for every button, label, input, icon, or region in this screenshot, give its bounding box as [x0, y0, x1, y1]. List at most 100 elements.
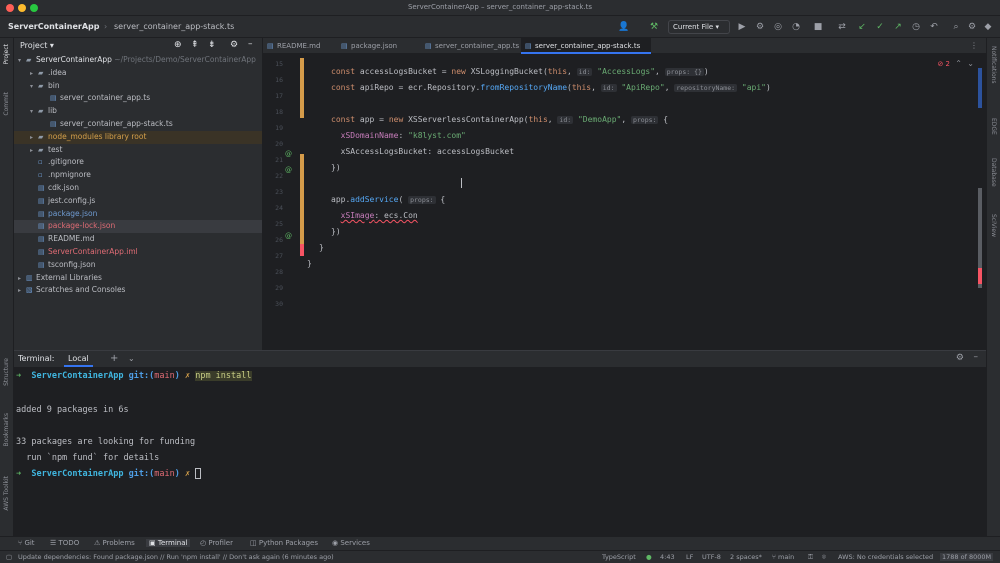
git-push-icon[interactable]: ↗ [892, 21, 904, 33]
terminal-output[interactable]: ➜ ServerContainerApp git:(main) ✗ npm in… [14, 367, 986, 537]
line-number[interactable]: 21 [263, 156, 283, 164]
todo-tool-button[interactable]: ☰ TODO [50, 539, 79, 547]
breadcrumb-file[interactable]: server_container_app-stack.ts [114, 22, 234, 31]
line-number[interactable]: 20 [263, 140, 283, 148]
new-terminal-tab-icon[interactable]: + [110, 353, 118, 364]
project-tree-item[interactable]: ▾ ▰ bin [14, 80, 262, 93]
indent-setting[interactable]: 2 spaces* [730, 553, 762, 561]
status-message[interactable]: Update dependencies: Found package.json … [18, 553, 334, 561]
expand-all-icon[interactable]: ⇟ [208, 40, 216, 50]
project-tree-item[interactable]: ▤ ServerContainerApp.iml [14, 246, 262, 259]
git-fetch-icon[interactable]: ⇄ [836, 21, 848, 33]
terminal-tab-local[interactable]: Local [64, 351, 93, 367]
locate-file-icon[interactable]: ⊕ [174, 40, 182, 50]
tab-package-json[interactable]: ▤ package.json [337, 38, 417, 54]
python-packages-tool-button[interactable]: ◫ Python Packages [250, 539, 318, 547]
project-tree-item[interactable]: ▤ cdk.json [14, 182, 262, 195]
change-marker[interactable] [300, 58, 304, 118]
project-tree-item[interactable]: ▫ .npmignore [14, 169, 262, 182]
line-number[interactable]: 24 [263, 204, 283, 212]
gutter-annotation-icon[interactable]: @ [285, 232, 292, 240]
terminal-settings-gear-icon[interactable]: ⚙ [956, 353, 964, 363]
line-number[interactable]: 19 [263, 124, 283, 132]
profiler-tool-button[interactable]: ◴ Profiler [200, 539, 233, 547]
line-number[interactable]: 17 [263, 92, 283, 100]
caret-position[interactable]: 4:43 [660, 553, 675, 561]
database-tool-button[interactable]: Database [990, 158, 997, 187]
edge-tool-button[interactable]: EDGE [990, 118, 997, 135]
tab-menu-icon[interactable]: ⋮ [970, 41, 978, 50]
line-separator[interactable]: LF [686, 553, 693, 561]
project-tree-item[interactable]: ▾ ▰ lib [14, 105, 262, 118]
line-number[interactable]: 26 [263, 236, 283, 244]
project-tree-item[interactable]: ▸ ▰ node_modules library root [14, 130, 262, 144]
terminal-tool-button[interactable]: ▣ Terminal [146, 539, 191, 547]
line-number[interactable]: 27 [263, 252, 283, 260]
line-number[interactable]: 22 [263, 172, 283, 180]
change-marker-error[interactable] [300, 244, 304, 256]
sciview-tool-button[interactable]: SciView [990, 214, 997, 237]
project-tree-item[interactable]: ▤ README.md [14, 233, 262, 246]
expand-arrow-icon[interactable]: ▸ [18, 285, 26, 298]
project-tree-item[interactable]: ▸ ▧ Scratches and Consoles [14, 284, 262, 297]
change-marker[interactable] [300, 154, 304, 244]
line-number[interactable]: 23 [263, 188, 283, 196]
debug-icon[interactable]: ⚙ [754, 21, 766, 33]
line-number[interactable]: 15 [263, 60, 283, 68]
code-area[interactable]: const accessLogsBucket = new XSLoggingBu… [307, 54, 971, 350]
lock-icon[interactable]: ⚿ [808, 553, 813, 562]
coverage-icon[interactable]: ◎ [772, 21, 784, 33]
project-tree-item[interactable]: ▤ jest.config.js [14, 195, 262, 208]
hammer-icon[interactable]: ⚒ [648, 21, 660, 33]
project-name[interactable]: ServerContainerApp [8, 22, 99, 31]
git-branch-widget[interactable]: ⑂ main [772, 553, 794, 561]
project-tree-item[interactable]: ▤ server_container_app-stack.ts [14, 118, 262, 131]
project-tree-item[interactable]: ▤ package.json [14, 208, 262, 221]
hide-panel-icon[interactable]: – [248, 39, 253, 49]
line-number[interactable]: 29 [263, 284, 283, 292]
git-update-icon[interactable]: ↙ [856, 21, 868, 33]
git-tool-button[interactable]: ⑂ Git [18, 539, 35, 547]
tab-readme[interactable]: ▤ README.md [263, 38, 333, 54]
project-tree-item[interactable]: ▤ server_container_app.ts [14, 92, 262, 105]
run-icon[interactable]: ▶ [736, 21, 748, 33]
aws-connection[interactable]: AWS: No credentials selected [838, 553, 933, 561]
run-configuration-select[interactable]: Current File ▾ [668, 20, 730, 34]
error-stripe[interactable] [978, 268, 982, 284]
bookmarks-tool-button[interactable]: Bookmarks [3, 413, 10, 447]
line-number[interactable]: 25 [263, 220, 283, 228]
problems-tool-button[interactable]: ⚠ Problems [94, 539, 135, 547]
line-number[interactable]: 28 [263, 268, 283, 276]
power-save-icon[interactable]: ⌾ [822, 553, 826, 562]
history-icon[interactable]: ◷ [910, 21, 922, 33]
tab-server-container-app-stack[interactable]: ▤ server_container_app-stack.ts [521, 38, 651, 54]
services-tool-button[interactable]: ◉ Services [332, 539, 370, 547]
project-tree-item[interactable]: ▫ .gitignore [14, 156, 262, 169]
rollback-icon[interactable]: ↶ [928, 21, 940, 33]
user-icon[interactable]: 👤 [618, 21, 630, 33]
terminal-tabs-dropdown-icon[interactable]: ⌄ [128, 354, 135, 363]
structure-tool-button[interactable]: Structure [3, 358, 10, 386]
tab-server-container-app[interactable]: ▤ server_container_app.ts [421, 38, 521, 54]
project-view-select[interactable]: Project ▾ [20, 41, 54, 50]
project-tree-item[interactable]: ▤ package-lock.json [14, 220, 262, 234]
project-tree-item[interactable]: ▾ ▰ ServerContainerApp ~/Projects/Demo/Ser… [14, 54, 262, 67]
project-tree-item[interactable]: ▸ ▥ External Libraries [14, 272, 262, 285]
notifications-tool-button[interactable]: Notifications [990, 46, 997, 84]
gutter-annotation-icon[interactable]: @ [285, 150, 292, 158]
aws-toolkit-tool-button[interactable]: AWS Toolkit [3, 476, 10, 511]
gutter-annotation-icon[interactable]: @ [285, 166, 292, 174]
stop-icon[interactable]: ■ [812, 21, 824, 33]
line-number[interactable]: 18 [263, 108, 283, 116]
collapse-all-icon[interactable]: ⇞ [191, 40, 199, 50]
hide-terminal-icon[interactable]: – [974, 352, 979, 362]
project-tool-button[interactable]: Project [3, 44, 10, 65]
panel-settings-gear-icon[interactable]: ⚙ [230, 40, 238, 50]
notification-icon[interactable]: ▢ [6, 553, 12, 561]
search-icon[interactable]: ⌕ [950, 21, 962, 33]
line-number[interactable]: 30 [263, 300, 283, 308]
line-number[interactable]: 16 [263, 76, 283, 84]
git-commit-icon[interactable]: ✓ [874, 21, 886, 33]
commit-tool-button[interactable]: Commit [3, 92, 10, 116]
memory-indicator[interactable]: 1788 of 8000M [940, 553, 994, 561]
